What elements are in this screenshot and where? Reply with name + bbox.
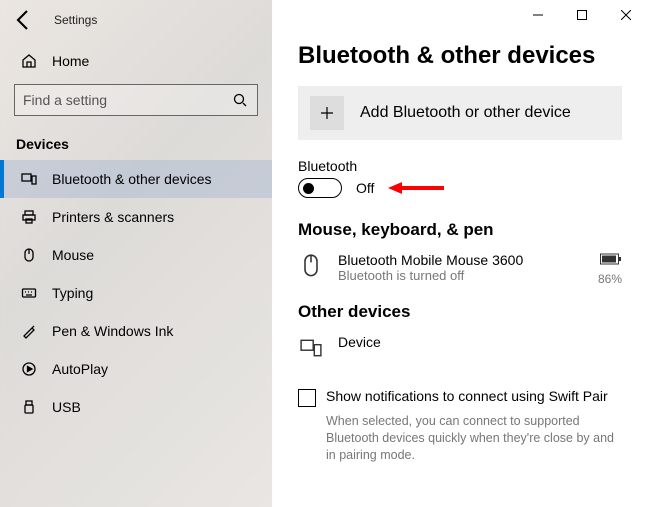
main-content: Bluetooth & other devices Add Bluetooth … <box>272 0 648 507</box>
search-box[interactable] <box>14 84 258 116</box>
annotation-arrow <box>388 179 444 197</box>
group-other-title: Other devices <box>298 302 622 322</box>
swift-pair-desc: When selected, you can connect to suppor… <box>326 413 622 464</box>
device-row-other[interactable]: Device <box>298 330 622 370</box>
home-label: Home <box>52 53 89 69</box>
sidebar-home[interactable]: Home <box>0 44 272 78</box>
plus-icon <box>310 96 344 130</box>
pen-icon <box>20 322 38 340</box>
group-mouse-title: Mouse, keyboard, & pen <box>298 220 622 240</box>
nav-label: Pen & Windows Ink <box>52 323 173 339</box>
nav-label: USB <box>52 399 81 415</box>
printer-icon <box>20 208 38 226</box>
swift-pair-checkbox[interactable] <box>298 389 316 407</box>
sidebar: Settings Home Devices Bluetooth & other … <box>0 0 272 507</box>
search-input[interactable] <box>23 92 231 108</box>
devices-icon <box>20 170 38 188</box>
bluetooth-label: Bluetooth <box>298 158 622 174</box>
nav-label: Mouse <box>52 247 94 263</box>
usb-icon <box>20 398 38 416</box>
maximize-button[interactable] <box>560 0 604 30</box>
add-device-button[interactable]: Add Bluetooth or other device <box>298 86 622 140</box>
search-icon <box>231 91 249 109</box>
sidebar-section: Devices <box>0 130 272 160</box>
nav-label: AutoPlay <box>52 361 108 377</box>
swift-pair-label: Show notifications to connect using Swif… <box>326 388 608 404</box>
bluetooth-toggle[interactable] <box>298 178 342 198</box>
back-button[interactable] <box>12 8 36 32</box>
device-name: Device <box>338 334 622 350</box>
mouse-device-icon <box>298 252 324 278</box>
battery-percent: 86% <box>598 272 622 286</box>
add-device-label: Add Bluetooth or other device <box>360 104 571 122</box>
sidebar-item-printers[interactable]: Printers & scanners <box>0 198 272 236</box>
other-device-icon <box>298 334 324 360</box>
app-title: Settings <box>54 13 97 27</box>
keyboard-icon <box>20 284 38 302</box>
device-name: Bluetooth Mobile Mouse 3600 <box>338 252 584 268</box>
nav-label: Typing <box>52 285 93 301</box>
device-row-mouse[interactable]: Bluetooth Mobile Mouse 3600 Bluetooth is… <box>298 248 622 296</box>
sidebar-item-pen[interactable]: Pen & Windows Ink <box>0 312 272 350</box>
page-title: Bluetooth & other devices <box>298 42 622 70</box>
sidebar-item-usb[interactable]: USB <box>0 388 272 426</box>
close-button[interactable] <box>604 0 648 30</box>
nav-label: Printers & scanners <box>52 209 174 225</box>
sidebar-item-mouse[interactable]: Mouse <box>0 236 272 274</box>
sidebar-item-autoplay[interactable]: AutoPlay <box>0 350 272 388</box>
bluetooth-state: Off <box>356 180 374 196</box>
autoplay-icon <box>20 360 38 378</box>
nav-label: Bluetooth & other devices <box>52 171 212 187</box>
sidebar-item-bluetooth[interactable]: Bluetooth & other devices <box>0 160 272 198</box>
mouse-icon <box>20 246 38 264</box>
device-status: Bluetooth is turned off <box>338 268 584 283</box>
battery-icon <box>598 252 622 270</box>
minimize-button[interactable] <box>516 0 560 30</box>
home-icon <box>20 52 38 70</box>
sidebar-item-typing[interactable]: Typing <box>0 274 272 312</box>
